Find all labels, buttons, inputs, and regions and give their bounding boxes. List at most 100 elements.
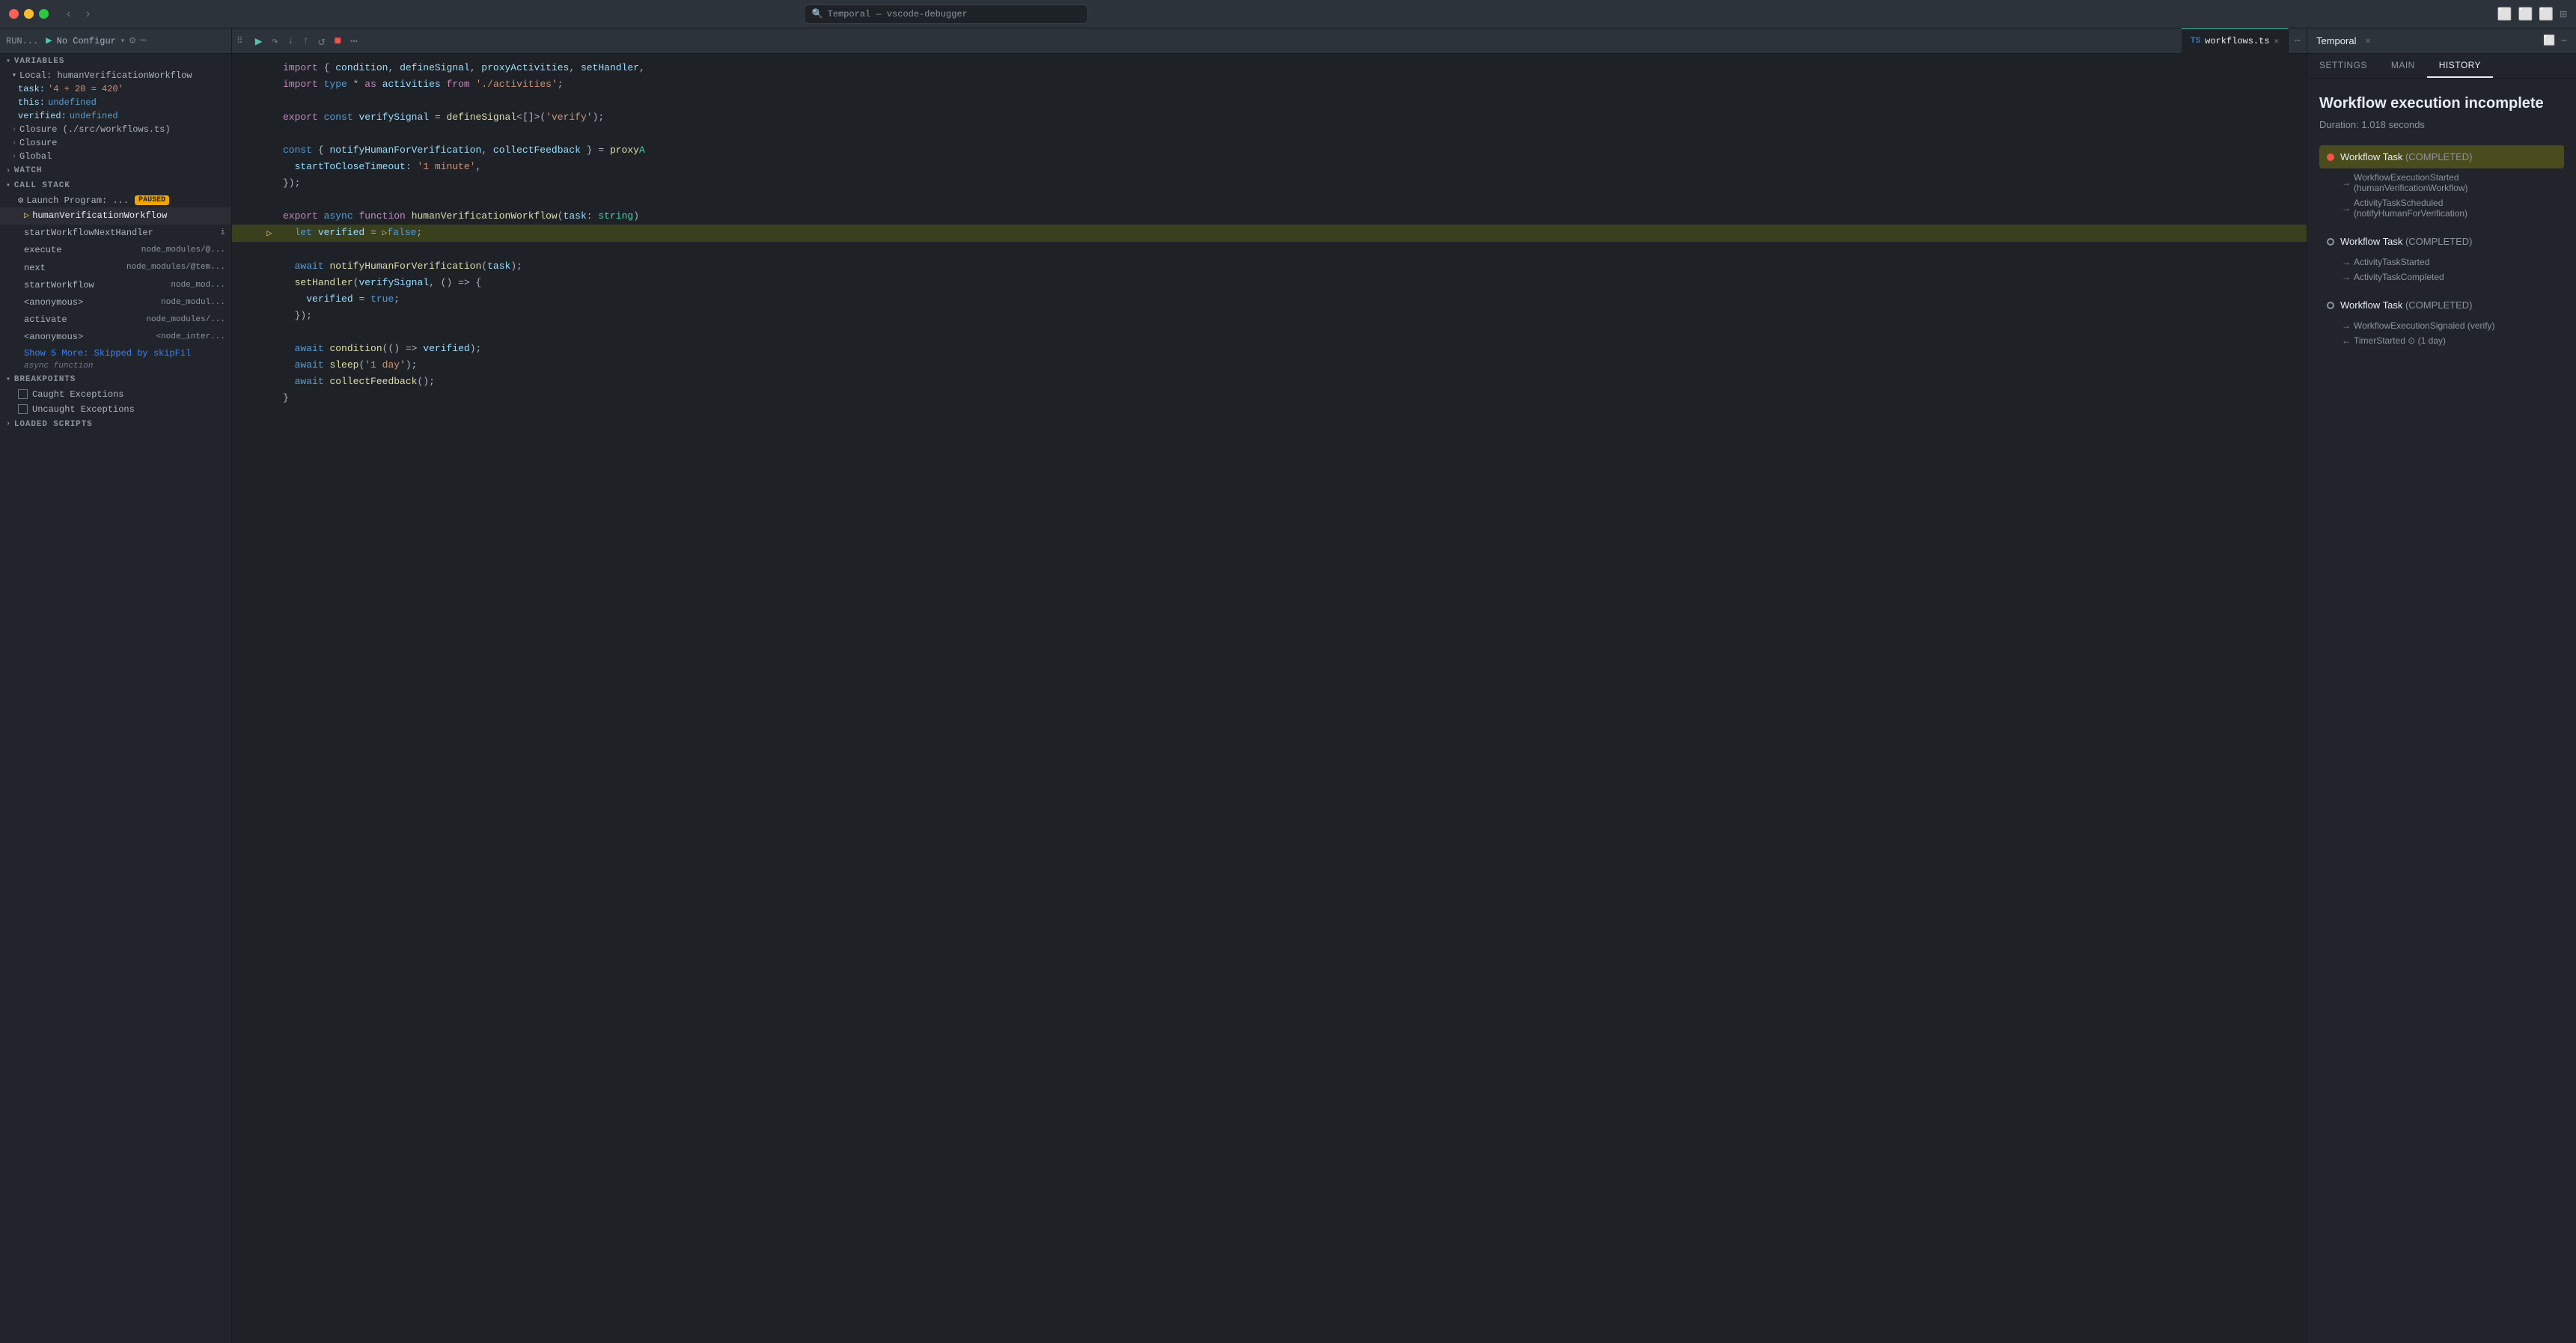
tab-history[interactable]: HISTORY — [2427, 54, 2493, 78]
code-line-blank-2 — [232, 126, 2307, 142]
right-panel-content[interactable]: Workflow execution incomplete Duration: … — [2307, 79, 2576, 1343]
debug-more-icon[interactable]: ⋯ — [350, 34, 358, 49]
task-name-0: Workflow Task — [2340, 151, 2405, 162]
var-this-value: undefined — [48, 97, 97, 108]
frame-name-4: startWorkflow — [24, 278, 94, 293]
editor-content[interactable]: import { condition, defineSignal, proxyA… — [232, 54, 2307, 1343]
callstack-frame-5[interactable]: <anonymous> node_modul... — [0, 294, 231, 311]
tab-workflows[interactable]: TS workflows.ts ✕ — [2182, 28, 2289, 54]
config-name[interactable]: No Configur — [57, 36, 116, 46]
sub-event-text-1-0: ActivityTaskStarted — [2354, 257, 2429, 267]
step-out-icon[interactable]: ↑ — [302, 35, 308, 47]
closure-label-1: Closure (./src/workflows.ts) — [19, 124, 171, 135]
loaded-scripts-header[interactable]: › LOADED SCRIPTS — [0, 417, 231, 432]
breakpoints-section: ▾ BREAKPOINTS Caught Exceptions Uncaught… — [0, 372, 231, 417]
gear-icon[interactable]: ⚙ — [129, 34, 135, 47]
more-icon[interactable]: ⋯ — [140, 34, 146, 47]
layout-icon[interactable]: ⬜ — [2518, 7, 2533, 22]
frame-ref-6: node_modules/... — [146, 314, 225, 327]
task-label-1: Workflow Task (COMPLETED) — [2340, 236, 2473, 247]
restart-icon[interactable]: ↺ — [318, 34, 326, 49]
frame-name-6: activate — [24, 313, 67, 327]
step-over-icon[interactable]: ↷ — [271, 34, 278, 49]
callstack-frame-1[interactable]: startWorkflowNextHandler i — [0, 225, 231, 242]
launch-program-item[interactable]: ⚙ Launch Program: ... PAUSED — [0, 193, 231, 207]
closure-scope-2[interactable]: › Closure — [0, 136, 231, 150]
debug-controls: ▶ ↷ ↓ ↑ ↺ ■ ⋯ — [248, 34, 365, 49]
tab-more-icon[interactable]: ⋯ — [2289, 35, 2307, 46]
panel-close-icon[interactable]: ✕ — [2365, 35, 2370, 46]
callstack-frame-4[interactable]: startWorkflow node_mod... — [0, 277, 231, 294]
callstack-frame-7[interactable]: <anonymous> <node_inter... — [0, 329, 231, 346]
local-scope-header[interactable]: ▾ Local: humanVerificationWorkflow — [0, 69, 231, 82]
panel-more-icon[interactable]: ⋯ — [2561, 35, 2567, 46]
var-verified-key: verified: — [18, 111, 67, 121]
launch-icon: ⚙ — [18, 195, 23, 206]
callstack-frame-6[interactable]: activate node_modules/... — [0, 311, 231, 329]
frame-ref-2: node_modules/@... — [141, 244, 225, 258]
frame-ref-1: i — [220, 227, 225, 240]
titlebar: ‹ › 🔍 Temporal — vscode-debugger ⬜ ⬜ ⬜ ⊞ — [0, 0, 2576, 28]
sub-event-0-1: → ActivityTaskScheduled (notifyHumanForV… — [2319, 195, 2564, 221]
grid-icon[interactable]: ⊞ — [2560, 7, 2567, 22]
code-line-blank-4 — [232, 242, 2307, 258]
watch-header[interactable]: › WATCH — [0, 163, 231, 178]
step-into-icon[interactable]: ↓ — [287, 35, 293, 47]
task-label-2: Workflow Task (COMPLETED) — [2340, 299, 2473, 311]
panel-split-icon[interactable]: ⬜ — [2543, 35, 2555, 46]
code-line-15: await collectFeedback(); — [232, 374, 2307, 390]
code-line-5: startToCloseTimeout: '1 minute', — [232, 159, 2307, 175]
sub-event-1-0: → ActivityTaskStarted — [2319, 255, 2564, 269]
caught-checkbox[interactable] — [18, 389, 28, 399]
code-line-2: import type * as activities from './acti… — [232, 76, 2307, 93]
config-chevron[interactable]: ▾ — [120, 37, 125, 46]
search-bar[interactable]: 🔍 Temporal — vscode-debugger — [804, 4, 1088, 24]
tab-close-icon[interactable]: ✕ — [2274, 36, 2280, 46]
history-task-1[interactable]: Workflow Task (COMPLETED) — [2319, 230, 2564, 253]
sidebar: RUN... ▶ No Configur ▾ ⚙ ⋯ ▾ VARIABLES ▾… — [0, 28, 232, 1343]
stop-icon[interactable]: ■ — [335, 34, 342, 48]
local-scope-label: Local: humanVerificationWorkflow — [19, 70, 192, 81]
code-line-blank-5 — [232, 324, 2307, 341]
show-more-link[interactable]: Show 5 More: Skipped by skipFil — [0, 347, 231, 360]
history-task-2[interactable]: Workflow Task (COMPLETED) — [2319, 293, 2564, 317]
sub-event-1-1: → ActivityTaskCompleted — [2319, 269, 2564, 284]
titlebar-icons: ⬜ ⬜ ⬜ ⊞ — [2497, 7, 2567, 22]
callstack-chevron: ▾ — [6, 181, 11, 190]
continue-icon[interactable]: ▶ — [255, 34, 263, 49]
closure-scope-1[interactable]: › Closure (./src/workflows.ts) — [0, 123, 231, 136]
breakpoint-uncaught[interactable]: Uncaught Exceptions — [0, 402, 231, 417]
tab-settings[interactable]: SETTINGS — [2307, 54, 2379, 78]
tab-main[interactable]: MAIN — [2379, 54, 2427, 78]
callstack-header[interactable]: ▾ CALL STACK — [0, 178, 231, 193]
breakpoint-caught[interactable]: Caught Exceptions — [0, 387, 231, 402]
arrow-right-icon-5: → — [2342, 320, 2351, 331]
panels-icon[interactable]: ⬜ — [2539, 7, 2554, 22]
breakpoints-header[interactable]: ▾ BREAKPOINTS — [0, 372, 231, 387]
play-button[interactable]: ▶ — [46, 34, 52, 47]
task-status-2: (COMPLETED) — [2405, 299, 2473, 311]
callstack-frame-0[interactable]: ▷ humanVerificationWorkflow — [0, 207, 231, 225]
global-scope[interactable]: › Global — [0, 150, 231, 163]
close-button[interactable] — [9, 9, 19, 19]
callstack-frame-3[interactable]: next node_modules/@tem... — [0, 260, 231, 277]
back-icon[interactable]: ‹ — [61, 6, 77, 22]
variables-header[interactable]: ▾ VARIABLES — [0, 54, 231, 69]
forward-icon[interactable]: › — [80, 6, 97, 22]
sidebar-icon[interactable]: ⬜ — [2497, 7, 2512, 22]
frame-ref-4: node_mod... — [171, 279, 225, 293]
sub-event-text-2-1: TimerStarted ⊙ (1 day) — [2354, 335, 2446, 346]
code-line-3: export const verifySignal = defineSignal… — [232, 109, 2307, 126]
arrow-right-icon-2: → — [2342, 203, 2351, 213]
ts-icon: TS — [2191, 37, 2200, 46]
maximize-button[interactable] — [39, 9, 49, 19]
minimize-button[interactable] — [24, 9, 34, 19]
sub-event-text-0-0: WorkflowExecutionStarted (humanVerificat… — [2354, 172, 2557, 193]
sub-event-0-0: → WorkflowExecutionStarted (humanVerific… — [2319, 170, 2564, 195]
code-line-7: export async function humanVerificationW… — [232, 208, 2307, 225]
history-task-0[interactable]: Workflow Task (COMPLETED) — [2319, 145, 2564, 168]
history-item-0: Workflow Task (COMPLETED) → WorkflowExec… — [2319, 145, 2564, 221]
main-layout: RUN... ▶ No Configur ▾ ⚙ ⋯ ▾ VARIABLES ▾… — [0, 28, 2576, 1343]
uncaught-checkbox[interactable] — [18, 404, 28, 414]
callstack-frame-2[interactable]: execute node_modules/@... — [0, 242, 231, 259]
